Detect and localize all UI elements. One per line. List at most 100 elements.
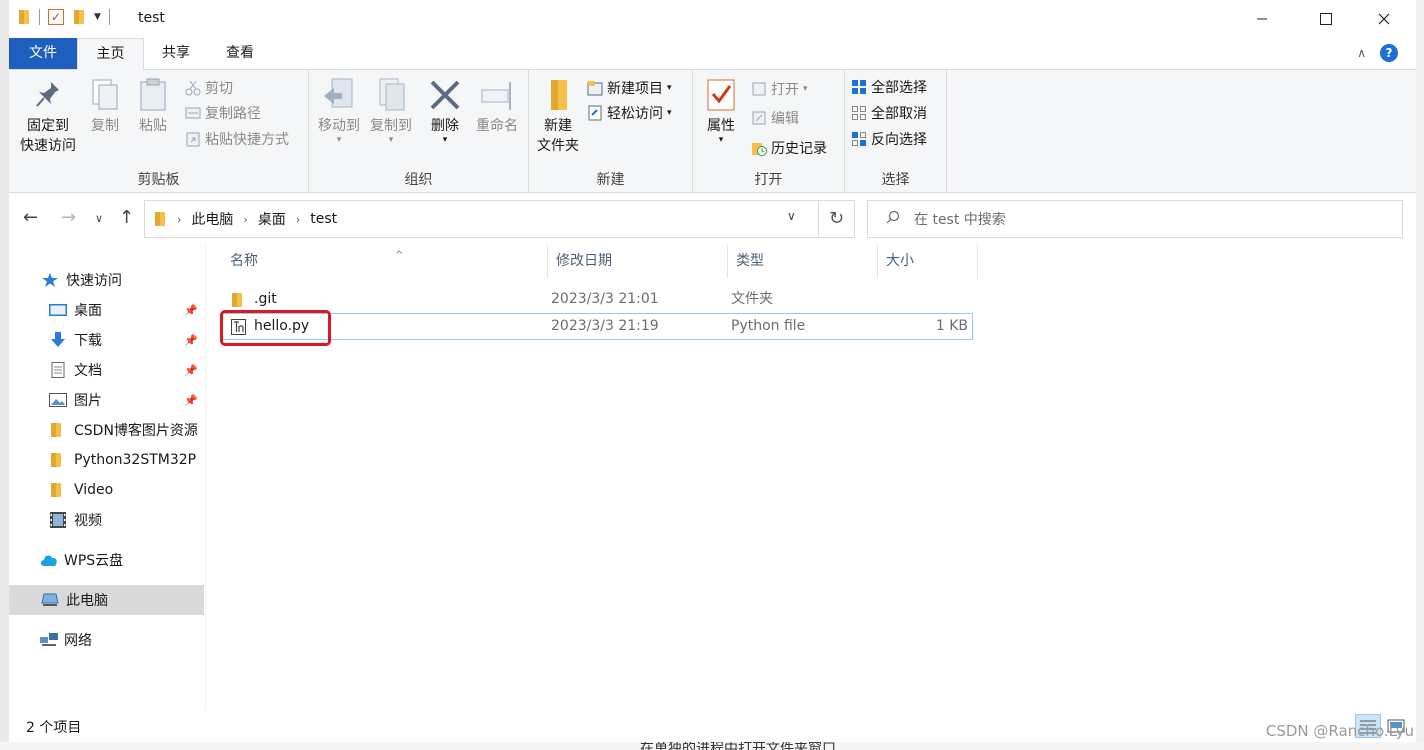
refresh-icon: ↻ [828, 208, 845, 229]
sort-ascending-icon: ^ [395, 250, 404, 261]
film-icon [49, 512, 67, 528]
sidebar-item-desktop[interactable]: 桌面 📌 [9, 295, 204, 325]
folder-icon [49, 452, 67, 468]
tab-home[interactable]: 主页 [77, 38, 144, 70]
history-button[interactable]: 历史记录 [751, 136, 827, 160]
computer-icon [41, 592, 59, 608]
breadcrumb-separator-icon[interactable]: › [243, 213, 247, 226]
file-explorer-window: ✓ ▼ test 文件 主页 共享 查看 ∧ ? 固定到 快速访问 复制 粘贴 … [9, 0, 1416, 742]
folder-icon [17, 9, 31, 25]
search-box[interactable]: 在 test 中搜索 [867, 200, 1403, 238]
paste-shortcut-button[interactable]: 粘贴快捷方式 [185, 127, 289, 151]
properties-icon[interactable]: ✓ [48, 9, 64, 25]
star-icon [41, 272, 59, 288]
breadcrumb-separator-icon[interactable]: › [296, 213, 300, 226]
column-header-date[interactable]: 修改日期 [548, 245, 728, 278]
select-group: 全部选择 全部取消 反向选择 选择 [845, 70, 947, 192]
column-header-size[interactable]: 大小 [878, 245, 978, 278]
customize-toolbar-arrow-icon[interactable]: ▼ [94, 12, 101, 22]
paste-shortcut-icon [185, 131, 201, 147]
search-icon [886, 210, 900, 228]
title-bar: ✓ ▼ test [9, 0, 1416, 38]
sidebar-item-downloads[interactable]: 下载 📌 [9, 325, 204, 355]
refresh-button[interactable]: ↻ [819, 200, 855, 238]
sidebar-item-network[interactable]: 网络 [9, 625, 204, 655]
clipboard-group: 固定到 快速访问 复制 粘贴 剪切 复制路径 粘贴快捷方式 剪贴板 [9, 70, 309, 192]
minimize-icon [1257, 18, 1267, 20]
sidebar-item-pictures[interactable]: 图片 📌 [9, 385, 204, 415]
select-group-label: 选择 [881, 172, 910, 188]
sidebar-item-wps-cloud[interactable]: WPS云盘 [9, 545, 204, 575]
invert-selection-button[interactable]: 反向选择 [851, 127, 927, 151]
pin-icon: 📌 [184, 393, 198, 407]
column-header-type[interactable]: 类型 [728, 245, 878, 278]
up-arrow-icon[interactable]: ↑ [119, 207, 134, 228]
scissors-icon [185, 80, 201, 96]
tab-share[interactable]: 共享 [146, 38, 206, 69]
easy-access-button[interactable]: 轻松访问 ▾ [587, 101, 672, 125]
table-row[interactable]: .git 2023/3/3 21:01 文件夹 [220, 286, 973, 313]
clipboard-group-label: 剪贴板 [137, 172, 180, 188]
edit-button[interactable]: 编辑 [751, 106, 799, 130]
document-icon [49, 362, 67, 378]
cut-button[interactable]: 剪切 [185, 76, 233, 100]
pin-icon [31, 76, 65, 114]
maximize-button[interactable] [1297, 0, 1355, 38]
rename-icon [480, 76, 514, 114]
window-title: test [138, 10, 165, 26]
sidebar-item-python-folder[interactable]: Python32STM32P [9, 445, 204, 475]
paste-button[interactable]: 粘贴 [133, 76, 173, 136]
collapse-ribbon-icon[interactable]: ∧ [1357, 46, 1366, 60]
new-group: 新建 文件夹 新建项目 ▾ 轻松访问 ▾ 新建 [529, 70, 693, 192]
file-type: Python file [731, 318, 806, 334]
address-folder-icon [153, 211, 167, 227]
new-item-icon [587, 80, 603, 96]
picture-icon [49, 392, 67, 408]
select-none-button[interactable]: 全部取消 [851, 101, 927, 125]
delete-button[interactable]: 删除 ▾ [427, 76, 463, 145]
tab-file[interactable]: 文件 [9, 38, 77, 69]
close-button[interactable] [1355, 0, 1413, 38]
table-row[interactable]: hello.py 2023/3/3 21:19 Python file 1 KB [220, 313, 973, 340]
back-arrow-icon[interactable]: ← [23, 207, 38, 228]
sidebar-item-videos[interactable]: 视频 [9, 505, 204, 535]
tab-view[interactable]: 查看 [210, 38, 270, 69]
new-item-button[interactable]: 新建项目 ▾ [587, 76, 672, 100]
recent-locations-chevron-icon[interactable]: ∨ [95, 212, 103, 225]
navigation-bar: ← → ∨ ↑ › 此电脑 › 桌面 › test ∨ ↻ 在 test 中搜索 [9, 193, 1416, 245]
pin-to-quick-access-button[interactable]: 固定到 快速访问 [17, 76, 79, 156]
desktop-icon [49, 302, 67, 318]
open-group-label: 打开 [754, 172, 783, 188]
open-button[interactable]: 打开 ▾ [751, 77, 808, 101]
breadcrumb-separator-icon[interactable]: › [177, 213, 181, 226]
address-bar[interactable]: › 此电脑 › 桌面 › test [144, 200, 819, 238]
new-folder-button[interactable]: 新建 文件夹 [533, 76, 583, 156]
copy-path-icon [185, 105, 201, 121]
address-dropdown-icon[interactable]: ∨ [787, 209, 796, 223]
minimize-button[interactable] [1233, 0, 1291, 38]
properties-button[interactable]: 属性 ▾ [701, 76, 741, 145]
sidebar-item-this-pc[interactable]: 此电脑 [9, 585, 204, 615]
breadcrumb-desktop[interactable]: 桌面 [258, 209, 286, 229]
file-date: 2023/3/3 21:01 [551, 291, 659, 307]
organize-group-label: 组织 [404, 172, 433, 188]
new-folder-icon[interactable] [72, 9, 86, 25]
help-icon[interactable]: ? [1380, 44, 1398, 62]
column-header-name[interactable]: 名称 ^ [222, 245, 548, 278]
ribbon-tabs: 文件 主页 共享 查看 ∧ ? [9, 38, 1416, 70]
copy-button[interactable]: 复制 [85, 76, 125, 136]
breadcrumb-test[interactable]: test [310, 211, 337, 227]
copy-path-button[interactable]: 复制路径 [185, 101, 261, 125]
select-all-button[interactable]: 全部选择 [851, 75, 927, 99]
forward-arrow-icon[interactable]: → [61, 207, 76, 228]
sidebar-item-csdn-folder[interactable]: CSDN博客图片资源 [9, 415, 204, 445]
sidebar-item-documents[interactable]: 文档 📌 [9, 355, 204, 385]
sidebar-item-quick-access[interactable]: 快速访问 [9, 265, 204, 295]
breadcrumb-this-pc[interactable]: 此电脑 [191, 209, 233, 229]
sidebar-item-video-folder[interactable]: Video [9, 475, 204, 505]
quick-access-toolbar: ✓ ▼ [17, 9, 110, 25]
move-to-button[interactable]: 移动到 ▾ [313, 76, 365, 145]
file-list: 名称 ^ 修改日期 类型 大小 .git 2023/3/3 21:01 文件夹 … [207, 245, 1416, 709]
rename-button[interactable]: 重命名 [471, 76, 523, 136]
copy-to-button[interactable]: 复制到 ▾ [365, 76, 417, 145]
